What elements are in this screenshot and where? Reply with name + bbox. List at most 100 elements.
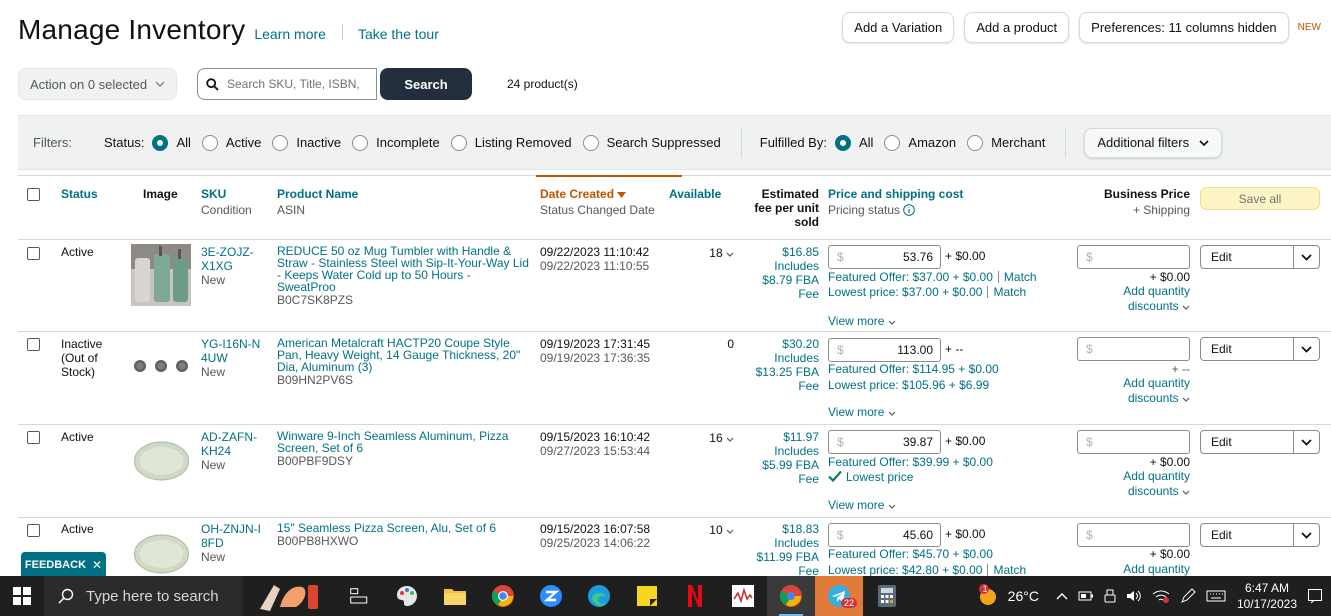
sku-link[interactable]: AD-ZAFN-KH24 <box>201 430 261 458</box>
search-highlight-icon[interactable] <box>243 576 335 616</box>
row-checkbox[interactable] <box>27 338 40 351</box>
fulfilled-radio-all[interactable]: All <box>834 134 873 151</box>
volume-icon[interactable] <box>1126 589 1142 603</box>
add-variation-button[interactable]: Add a Variation <box>842 12 955 43</box>
bulk-action-dropdown[interactable]: Action on 0 selected <box>18 68 177 100</box>
sku-link[interactable]: OH-ZNJN-I8FD <box>201 522 261 550</box>
search-input[interactable]: Search SKU, Title, ISBN, <box>197 68 377 100</box>
fee-cell[interactable]: $16.85 Includes $8.79 FBA Fee <box>738 245 819 301</box>
chrome-icon[interactable] <box>479 576 527 616</box>
business-price-input[interactable]: $ <box>1077 337 1190 361</box>
column-price[interactable]: Price and shipping cost Pricing status <box>828 187 963 217</box>
view-more-link[interactable]: View more <box>828 405 896 419</box>
status-radio-inactive[interactable]: Inactive <box>272 134 341 151</box>
edit-dropdown[interactable] <box>1294 431 1319 453</box>
business-price-input[interactable]: $ <box>1077 523 1190 547</box>
row-checkbox[interactable] <box>27 247 40 260</box>
calculator-icon[interactable] <box>863 576 911 616</box>
feedback-button[interactable]: FEEDBACK ✕ <box>21 552 106 577</box>
zoom-icon[interactable] <box>527 576 575 616</box>
column-available[interactable]: Available <box>669 187 721 201</box>
view-more-link[interactable]: View more <box>828 498 896 512</box>
paint-icon[interactable] <box>383 576 431 616</box>
select-all-checkbox[interactable] <box>27 188 40 201</box>
available-cell[interactable]: 16 <box>678 431 734 445</box>
edit-dropdown[interactable] <box>1294 246 1319 268</box>
sku-link[interactable]: YG-I16N-N4UW <box>201 337 261 365</box>
taskbar-search[interactable]: Type here to search <box>44 576 243 616</box>
edit-dropdown[interactable] <box>1294 338 1319 360</box>
status-radio-incomplete[interactable]: Incomplete <box>352 134 440 151</box>
keyboard-icon[interactable] <box>1206 590 1226 602</box>
edit-button[interactable]: Edit <box>1200 523 1320 547</box>
edit-button[interactable]: Edit <box>1200 430 1320 454</box>
save-all-button[interactable]: Save all <box>1200 187 1320 210</box>
search-button[interactable]: Search <box>380 68 472 100</box>
view-more-link[interactable]: View more <box>828 314 896 328</box>
match-link[interactable]: Match <box>993 285 1026 299</box>
stocks-icon[interactable] <box>719 576 767 616</box>
close-icon[interactable]: ✕ <box>92 558 102 572</box>
add-quantity-discounts-link[interactable]: Add quantity discounts <box>1077 469 1190 499</box>
row-checkbox[interactable] <box>27 524 40 537</box>
status-radio-active[interactable]: Active <box>201 134 261 151</box>
business-price-input[interactable]: $ <box>1077 430 1190 454</box>
column-sku[interactable]: SKU Condition <box>201 187 252 217</box>
product-image[interactable] <box>133 533 190 575</box>
status-radio-search-suppressed[interactable]: Search Suppressed <box>582 134 721 151</box>
file-explorer-icon[interactable] <box>431 576 479 616</box>
clock[interactable]: 6:47 AM 10/17/2023 <box>1237 580 1297 612</box>
column-product-name[interactable]: Product Name ASIN <box>277 187 358 217</box>
product-image[interactable] <box>131 244 191 306</box>
take-tour-link[interactable]: Take the tour <box>358 26 439 42</box>
edge-icon[interactable] <box>575 576 623 616</box>
fulfilled-radio-merchant[interactable]: Merchant <box>967 134 1045 151</box>
fee-cell[interactable]: $11.97 Includes $5.99 FBA Fee <box>738 430 819 486</box>
available-cell[interactable]: 18 <box>678 246 734 260</box>
edit-button[interactable]: Edit <box>1200 245 1320 269</box>
product-name-link[interactable]: 15" Seamless Pizza Screen, Alu, Set of 6 <box>277 522 531 534</box>
product-name-link[interactable]: REDUCE 50 oz Mug Tumbler with Handle & S… <box>277 245 531 293</box>
add-quantity-discounts-link[interactable]: Add quantity discounts <box>1077 376 1190 406</box>
product-name-link[interactable]: American Metalcraft HACTP20 Coupe Style … <box>277 337 531 373</box>
edit-dropdown[interactable] <box>1294 524 1319 546</box>
notification-center-icon[interactable] <box>1305 586 1325 606</box>
business-price-input[interactable]: $ <box>1077 245 1190 269</box>
column-status[interactable]: Status <box>61 187 98 201</box>
product-name-link[interactable]: Winware 9-Inch Seamless Aluminum, Pizza … <box>277 430 531 454</box>
usb-icon[interactable] <box>1104 589 1116 603</box>
price-input[interactable]: $39.87 <box>828 430 941 454</box>
additional-filters-button[interactable]: Additional filters <box>1084 127 1223 158</box>
status-radio-listing-removed[interactable]: Listing Removed <box>450 134 572 151</box>
sku-link[interactable]: 3E-ZOJZ-X1XG <box>201 245 261 273</box>
pen-icon[interactable] <box>1180 588 1196 604</box>
add-quantity-discounts-link[interactable]: Add quantity <box>1077 562 1190 576</box>
network-warning-icon[interactable] <box>1152 589 1170 603</box>
price-input[interactable]: $113.00 <box>828 338 941 362</box>
available-cell[interactable]: 10 <box>678 523 734 537</box>
info-icon[interactable] <box>903 204 916 216</box>
status-radio-all[interactable]: All <box>152 134 191 151</box>
product-image[interactable] <box>133 440 190 482</box>
add-product-button[interactable]: Add a product <box>964 12 1070 43</box>
fulfilled-radio-amazon[interactable]: Amazon <box>884 134 956 151</box>
match-link[interactable]: Match <box>993 563 1026 576</box>
weather-widget[interactable]: 1 26°C <box>977 584 1039 608</box>
telegram-icon[interactable]: 22 <box>815 576 863 616</box>
product-image[interactable] <box>131 357 191 375</box>
fee-cell[interactable]: $30.20 Includes $13.25 FBA Fee <box>738 337 819 393</box>
chrome-profile-icon[interactable] <box>767 576 815 616</box>
row-checkbox[interactable] <box>27 431 40 444</box>
add-quantity-discounts-link[interactable]: Add quantity discounts <box>1077 284 1190 314</box>
start-button[interactable] <box>0 576 44 616</box>
battery-icon[interactable] <box>1078 590 1094 602</box>
price-input[interactable]: $45.60 <box>828 523 941 547</box>
column-date-created[interactable]: Date Created Status Changed Date <box>540 187 655 217</box>
netflix-icon[interactable] <box>671 576 719 616</box>
match-link[interactable]: Match <box>1004 270 1037 284</box>
chevron-up-icon[interactable] <box>1056 592 1068 600</box>
preferences-button[interactable]: Preferences: 11 columns hidden <box>1079 12 1289 43</box>
edit-button[interactable]: Edit <box>1200 337 1320 361</box>
price-input[interactable]: $53.76 <box>828 245 941 269</box>
sticky-notes-icon[interactable] <box>623 576 671 616</box>
